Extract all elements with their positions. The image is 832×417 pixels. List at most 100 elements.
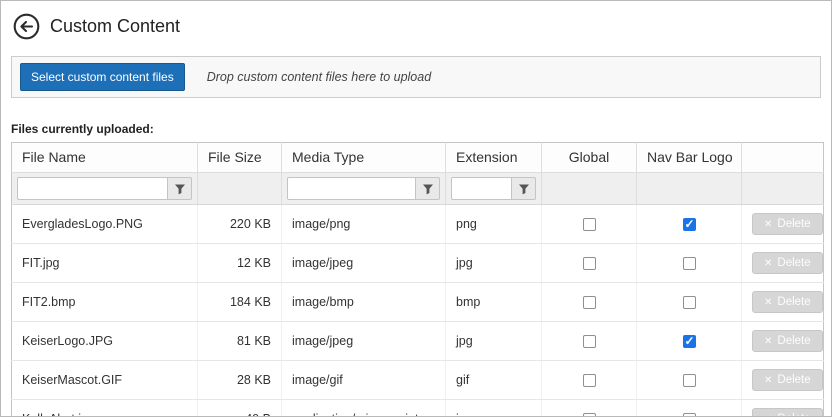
delete-button-label: Delete xyxy=(777,218,810,230)
file-name-cell: FIT2.bmp xyxy=(12,283,198,322)
delete-cell: ✕ Delete xyxy=(742,400,824,417)
delete-x-icon: ✕ xyxy=(764,414,772,417)
global-checkbox[interactable] xyxy=(583,218,596,231)
media-type-filter-cell xyxy=(282,173,446,205)
file-size-cell: 49 B xyxy=(198,400,282,417)
extension-cell: jpg xyxy=(446,322,542,361)
file-size-cell: 220 KB xyxy=(198,205,282,244)
table-row: FIT.jpg12 KBimage/jpegjpg✕Delete xyxy=(12,244,824,283)
delete-button[interactable]: ✕ Delete xyxy=(752,369,823,391)
extension-filter-button[interactable] xyxy=(512,177,536,200)
global-checkbox[interactable] xyxy=(583,413,596,417)
delete-button[interactable]: ✕ Delete xyxy=(752,408,823,417)
global-checkbox[interactable] xyxy=(583,296,596,309)
global-cell xyxy=(542,361,637,400)
drop-hint-text: Drop custom content files here to upload xyxy=(207,70,431,84)
table-row: KeiserMascot.GIF28 KBimage/gifgif✕Delete xyxy=(12,361,824,400)
delete-x-icon: ✕ xyxy=(764,297,772,308)
media-type-filter-button[interactable] xyxy=(416,177,440,200)
column-header-actions xyxy=(742,143,824,173)
file-size-cell: 184 KB xyxy=(198,283,282,322)
select-custom-content-files-button[interactable]: Select custom content files xyxy=(20,63,185,91)
nav-bar-logo-cell xyxy=(637,322,742,361)
global-cell xyxy=(542,400,637,417)
delete-button[interactable]: ✕ Delete xyxy=(752,252,823,274)
files-uploaded-label: Files currently uploaded: xyxy=(11,122,821,136)
column-header-file-name: File Name xyxy=(12,143,198,173)
file-name-cell: KeiserLogo.JPG xyxy=(12,322,198,361)
file-table-body: EvergladesLogo.PNG220 KBimage/pngpng ✕ Del… xyxy=(12,205,824,417)
column-header-nav-bar-logo: Nav Bar Logo xyxy=(637,143,742,173)
delete-button-label: Delete xyxy=(777,335,810,347)
back-button[interactable] xyxy=(13,13,40,40)
funnel-icon xyxy=(518,183,530,195)
file-name-filter-input[interactable] xyxy=(17,177,168,200)
extension-filter-cell xyxy=(446,173,542,205)
global-cell xyxy=(542,283,637,322)
table-row: FIT2.bmp184 KBimage/bmpbmp ✕Delete xyxy=(12,283,824,322)
delete-button[interactable]: ✕ Delete xyxy=(752,330,823,352)
media-type-cell: image/jpeg xyxy=(282,244,446,283)
global-checkbox[interactable] xyxy=(583,374,596,387)
media-type-cell: image/jpeg xyxy=(282,322,446,361)
nav-bar-logo-checkbox[interactable] xyxy=(683,413,696,417)
file-name-filter-cell xyxy=(12,173,198,205)
delete-x-icon: ✕ xyxy=(764,375,772,386)
page-header: Custom Content xyxy=(1,1,831,46)
file-name-filter-button[interactable] xyxy=(168,177,192,200)
file-size-cell: 12 KB xyxy=(198,244,282,283)
global-cell xyxy=(542,244,637,283)
actions-filter-cell xyxy=(742,173,824,205)
delete-x-icon: ✕ xyxy=(764,258,772,269)
media-type-cell: application/x-javascript xyxy=(282,400,446,417)
back-arrow-icon xyxy=(13,13,40,40)
filter-row xyxy=(12,173,824,205)
extension-cell: bmp xyxy=(446,283,542,322)
nav-bar-logo-filter-cell xyxy=(637,173,742,205)
file-name-cell: KeiserMascot.GIF xyxy=(12,361,198,400)
delete-x-icon: ✕ xyxy=(764,336,772,347)
extension-cell: gif xyxy=(446,361,542,400)
nav-bar-logo-cell xyxy=(637,400,742,417)
delete-button[interactable]: ✕ Delete xyxy=(752,213,823,235)
extension-cell: js xyxy=(446,400,542,417)
extension-filter-input[interactable] xyxy=(451,177,512,200)
extension-cell: jpg xyxy=(446,244,542,283)
column-header-media-type: Media Type xyxy=(282,143,446,173)
table-header-row: File Name File Size Media Type Extension… xyxy=(12,143,824,173)
global-checkbox[interactable] xyxy=(583,335,596,348)
custom-content-page: Custom Content Select custom content fil… xyxy=(0,0,832,417)
column-header-extension: Extension xyxy=(446,143,542,173)
nav-bar-logo-cell xyxy=(637,361,742,400)
delete-x-icon: ✕ xyxy=(764,219,772,230)
media-type-cell: image/bmp xyxy=(282,283,446,322)
nav-bar-logo-checkbox[interactable] xyxy=(683,296,696,309)
delete-button-label: Delete xyxy=(777,413,810,417)
file-size-cell: 81 KB xyxy=(198,322,282,361)
media-type-cell: image/png xyxy=(282,205,446,244)
global-cell xyxy=(542,322,637,361)
delete-cell: ✕ Delete xyxy=(742,322,824,361)
nav-bar-logo-cell xyxy=(637,244,742,283)
nav-bar-logo-checkbox[interactable] xyxy=(683,374,696,387)
delete-button[interactable]: ✕Delete xyxy=(752,291,823,313)
column-header-global: Global xyxy=(542,143,637,173)
extension-cell: png xyxy=(446,205,542,244)
nav-bar-logo-cell xyxy=(637,283,742,322)
nav-bar-logo-checkbox[interactable] xyxy=(683,257,696,270)
delete-button-label: Delete xyxy=(777,257,810,269)
upload-dropzone[interactable]: Select custom content files Drop custom … xyxy=(11,56,821,98)
uploaded-files-table: File Name File Size Media Type Extension… xyxy=(11,142,824,417)
nav-bar-logo-checkbox[interactable] xyxy=(683,335,696,348)
delete-button-label: Delete xyxy=(777,374,810,386)
delete-cell: ✕ Delete xyxy=(742,361,824,400)
media-type-filter-input[interactable] xyxy=(287,177,416,200)
delete-cell: ✕ Delete xyxy=(742,205,824,244)
global-cell xyxy=(542,205,637,244)
global-checkbox[interactable] xyxy=(583,257,596,270)
file-name-cell: EvergladesLogo.PNG xyxy=(12,205,198,244)
file-size-filter-cell xyxy=(198,173,282,205)
media-type-cell: image/gif xyxy=(282,361,446,400)
nav-bar-logo-checkbox[interactable] xyxy=(683,218,696,231)
table-row: KellyAlert.js49 Bapplication/x-javascrip… xyxy=(12,400,824,417)
